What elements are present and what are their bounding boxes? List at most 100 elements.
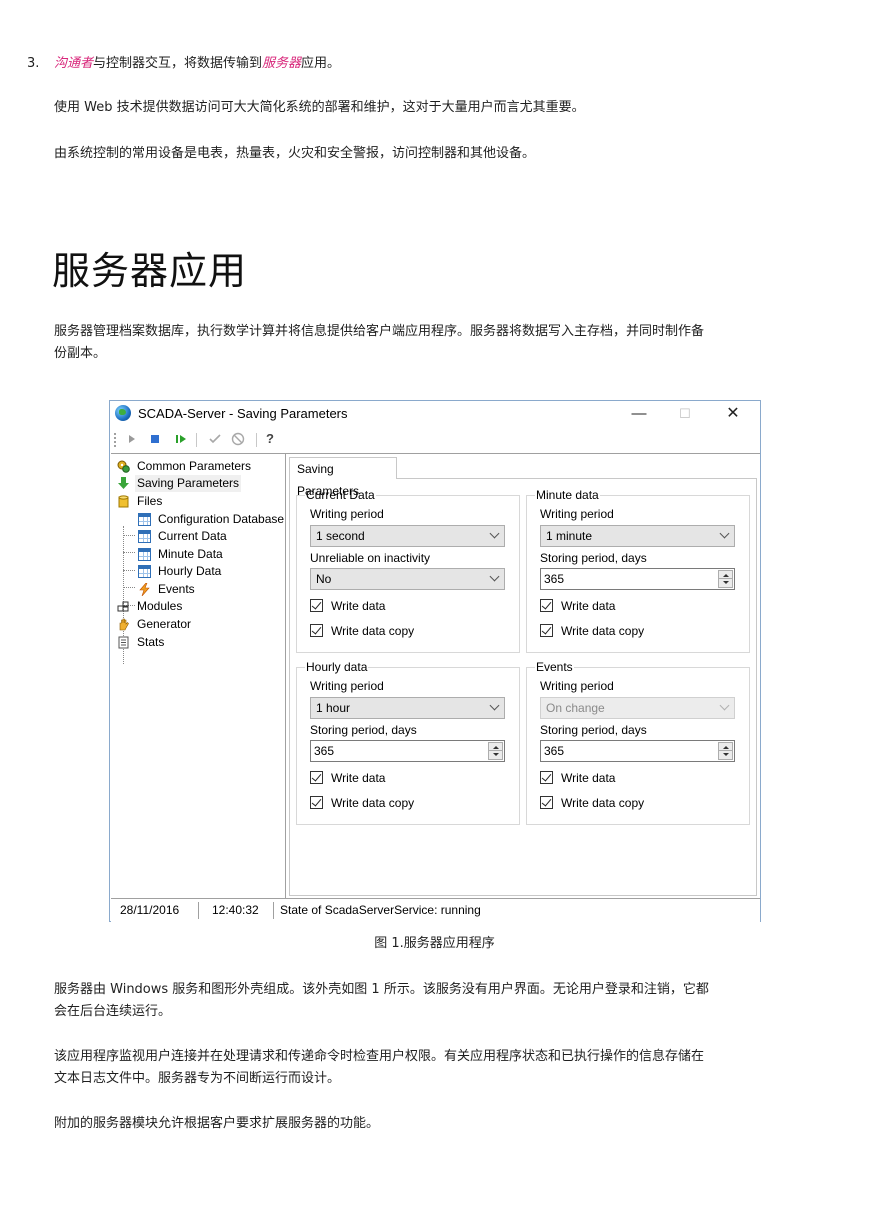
list-number: 3. <box>27 56 40 71</box>
stop-icon[interactable] <box>148 432 162 446</box>
section-title: 服务器应用 <box>52 249 248 293</box>
cancel-icon[interactable] <box>231 432 245 446</box>
group-current-data: Current Data Writing period 1 second Unr… <box>296 488 520 653</box>
checkbox-label: Write data copy <box>561 796 645 810</box>
storing-period-label: Storing period, days <box>540 723 647 737</box>
play-icon[interactable] <box>125 432 139 446</box>
tree-item-label: Current Data <box>158 529 227 543</box>
writing-period-label: Writing period <box>310 507 384 521</box>
document-icon <box>118 636 129 649</box>
gears-icon <box>117 460 130 473</box>
writing-period-label: Writing period <box>540 679 614 693</box>
intro-paragraph-1: 使用 Web 技术提供数据访问可大大简化系统的部署和维护，这对于大量用户而言尤其… <box>54 100 585 115</box>
checkbox-box <box>310 599 323 612</box>
writing-period-select: On change <box>540 697 735 719</box>
checkbox-label: Write data copy <box>561 624 645 638</box>
list-item-3: 3. 沟通者与控制器交互，将数据传输到服务器应用。 <box>27 54 340 74</box>
after-paragraph-3: 附加的服务器模块允许根据客户要求扩展服务器的功能。 <box>54 1116 380 1131</box>
storing-period-label: Storing period, days <box>310 723 417 737</box>
communicator-link[interactable]: 沟通者 <box>54 56 93 71</box>
checkbox-box <box>310 796 323 809</box>
tree-connector <box>123 552 135 553</box>
tab-saving-parameters[interactable]: Saving Parameters <box>289 457 397 498</box>
writing-period-label: Writing period <box>540 507 614 521</box>
lightning-icon <box>139 583 150 596</box>
chevron-down-icon <box>719 700 730 711</box>
chevron-down-icon <box>489 700 500 711</box>
group-title: Minute data <box>535 488 600 502</box>
globe-icon <box>115 405 131 421</box>
checkbox-box <box>540 624 553 637</box>
storing-period-stepper[interactable]: 365 <box>540 568 735 590</box>
up-arrow-icon <box>493 746 499 749</box>
stepper-buttons[interactable] <box>718 570 733 588</box>
up-arrow-icon <box>723 574 729 577</box>
chevron-down-icon <box>489 571 500 582</box>
table-icon <box>138 565 151 578</box>
selected-value: No <box>316 572 332 586</box>
tree-item-label: Generator <box>137 617 192 631</box>
tree-connector <box>123 570 135 571</box>
checkbox-label: Write data copy <box>331 796 415 810</box>
writing-period-select[interactable]: 1 minute <box>540 525 735 547</box>
tree-connector <box>123 535 135 536</box>
tree-item-label: Saving Parameters <box>135 475 242 492</box>
hand-icon <box>119 618 129 631</box>
toolbar: ? <box>110 429 760 451</box>
tree-item-label: Minute Data <box>158 547 223 561</box>
selected-value: 1 second <box>316 529 365 543</box>
storing-period-stepper[interactable]: 365 <box>310 740 505 762</box>
storing-period-stepper[interactable]: 365 <box>540 740 735 762</box>
scada-server-window: SCADA-Server - Saving Parameters — ☐ ✕ ?… <box>109 400 761 922</box>
modules-icon <box>117 601 129 612</box>
tree-connector <box>123 587 135 588</box>
tab-page: Current Data Writing period 1 second Unr… <box>289 478 757 896</box>
window-title: SCADA-Server - Saving Parameters <box>138 406 348 421</box>
figure-caption: 图 1.服务器应用程序 <box>374 936 495 951</box>
after-paragraph-1-line-2: 会在后台连续运行。 <box>54 1004 172 1019</box>
help-icon[interactable]: ? <box>266 431 274 446</box>
tree-item-label: Modules <box>137 599 183 613</box>
chevron-down-icon <box>719 528 730 539</box>
tree-item-label: Stats <box>137 635 165 649</box>
after-paragraph-2-line-2: 文本日志文件中。服务器专为不间断运行而设计。 <box>54 1071 341 1086</box>
status-time: 12:40:32 <box>212 903 259 917</box>
checkbox-label: Write data <box>331 771 386 785</box>
selected-value: 1 hour <box>316 701 351 715</box>
title-bar[interactable]: SCADA-Server - Saving Parameters — ☐ ✕ <box>110 401 760 428</box>
section-paragraph-line-1: 服务器管理档案数据库，执行数学计算并将信息提供给客户端应用程序。服务器将数据写入… <box>54 324 705 339</box>
tree-item-label: Files <box>137 494 163 508</box>
tree-item-label: Hourly Data <box>158 564 222 578</box>
maximize-button[interactable]: ☐ <box>662 403 708 425</box>
toolbar-separator <box>256 433 257 447</box>
server-link[interactable]: 服务器 <box>262 56 301 71</box>
status-separator <box>273 902 274 919</box>
down-arrow-icon <box>493 753 499 756</box>
tree-item-label: Events <box>158 582 195 596</box>
checkbox-box <box>540 771 553 784</box>
checkbox-label: Write data <box>561 599 616 613</box>
down-arrow-icon <box>118 477 129 489</box>
unreliable-on-inactivity-label: Unreliable on inactivity <box>310 551 431 565</box>
stepper-buttons[interactable] <box>718 742 733 760</box>
selected-value: On change <box>546 701 605 715</box>
stepper-value: 365 <box>314 744 335 758</box>
after-paragraph-1-line-1: 服务器由 Windows 服务和图形外壳组成。该外壳如图 1 所示。该服务没有用… <box>54 982 709 997</box>
table-icon <box>138 530 151 543</box>
writing-period-select[interactable]: 1 hour <box>310 697 505 719</box>
checkbox-box <box>540 796 553 809</box>
stepper-buttons[interactable] <box>488 742 503 760</box>
storing-period-label: Storing period, days <box>540 551 647 565</box>
tree-item-label: Configuration Database <box>158 512 285 526</box>
minimize-button[interactable]: — <box>616 403 662 425</box>
toolbar-separator <box>196 433 197 447</box>
unreliable-on-inactivity-select[interactable]: No <box>310 568 505 590</box>
checkmark-icon[interactable] <box>208 432 222 446</box>
writing-period-label: Writing period <box>310 679 384 693</box>
close-button[interactable]: ✕ <box>710 403 756 425</box>
group-events: Events Writing period On change Storing … <box>526 660 750 825</box>
restart-icon[interactable] <box>174 432 188 446</box>
writing-period-select[interactable]: 1 second <box>310 525 505 547</box>
list-text-2: 应用。 <box>301 56 341 71</box>
group-title: Events <box>535 660 574 674</box>
